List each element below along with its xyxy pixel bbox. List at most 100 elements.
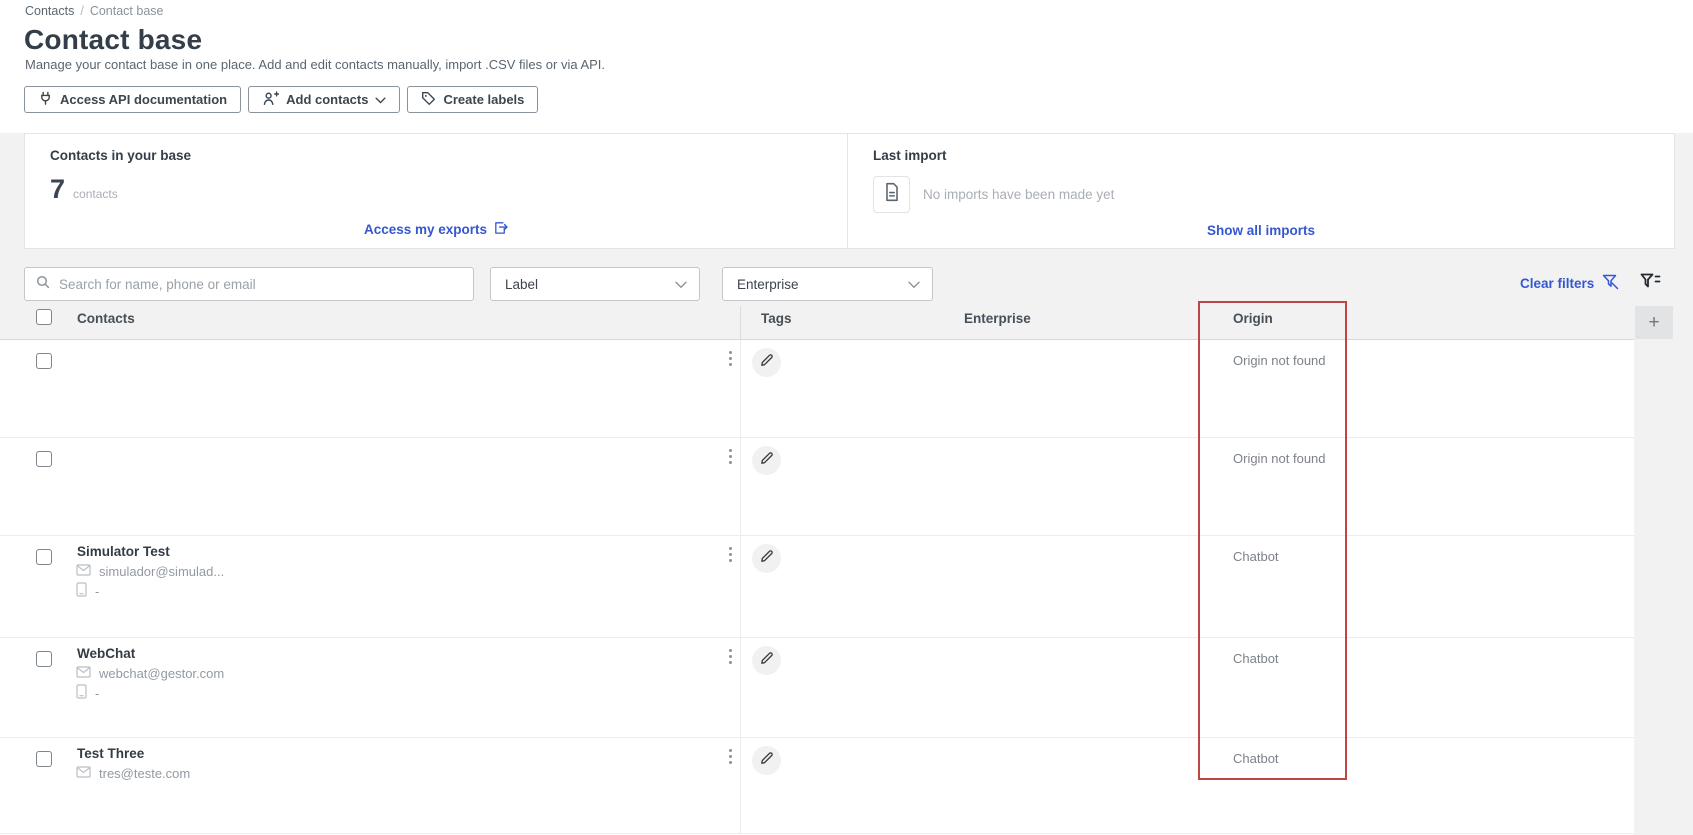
contact-name: Simulator Test — [77, 544, 170, 559]
contact-email-row: webchat@gestor.com — [76, 666, 224, 681]
row-menu-button[interactable] — [727, 545, 734, 564]
search-input[interactable] — [59, 276, 462, 292]
contact-email-row: simulador@simulad... — [76, 564, 224, 579]
contact-phone: - — [95, 685, 100, 701]
column-divider — [740, 438, 741, 535]
chevron-down-icon — [375, 92, 386, 107]
origin-value: Origin not found — [1233, 353, 1326, 368]
column-divider — [740, 306, 741, 339]
edit-tags-button[interactable] — [752, 544, 781, 573]
column-divider — [740, 536, 741, 637]
edit-tags-button[interactable] — [752, 746, 781, 775]
edit-tags-button[interactable] — [752, 446, 781, 475]
mobile-phone-icon — [76, 582, 87, 600]
origin-value: Origin not found — [1233, 451, 1326, 466]
table-body: Origin not found Origin not found Simula… — [0, 339, 1634, 835]
contacts-card-title: Contacts in your base — [50, 148, 192, 163]
summary-panel: Contacts in your base 7 contacts Access … — [24, 133, 1675, 249]
row-menu-button[interactable] — [727, 747, 734, 766]
filter-list-button[interactable] — [1638, 272, 1662, 296]
show-imports-link-wrap: Show all imports — [848, 223, 1674, 238]
breadcrumb-contacts[interactable]: Contacts — [25, 4, 74, 18]
contact-phone: - — [95, 583, 100, 599]
row-menu-button[interactable] — [727, 447, 734, 466]
mail-icon — [76, 766, 91, 781]
tag-icon — [421, 91, 436, 109]
row-checkbox[interactable] — [36, 751, 52, 767]
access-api-documentation-button[interactable]: Access API documentation — [24, 86, 242, 113]
table-row: Origin not found — [0, 340, 1634, 438]
enterprise-filter-select[interactable]: Enterprise — [722, 267, 933, 301]
page-title: Contact base — [24, 24, 203, 55]
last-import-title: Last import — [873, 148, 947, 163]
add-column-button[interactable]: + — [1635, 306, 1673, 339]
add-contacts-button[interactable]: Add contacts — [248, 86, 401, 113]
access-exports-link-wrap: Access my exports — [25, 220, 847, 238]
contact-email: tres@teste.com — [99, 766, 191, 781]
pencil-icon — [760, 651, 774, 670]
column-divider — [740, 340, 741, 437]
breadcrumb-separator: / — [80, 4, 84, 18]
action-buttons: Access API documentation Add contacts Cr… — [24, 86, 539, 113]
document-icon-box — [873, 176, 910, 213]
no-imports-message: No imports have been made yet — [923, 187, 1115, 202]
row-checkbox[interactable] — [36, 651, 52, 667]
contact-search — [24, 267, 474, 301]
edit-tags-button[interactable] — [752, 348, 781, 377]
pencil-icon — [760, 451, 774, 470]
row-checkbox[interactable] — [36, 451, 52, 467]
column-header-contacts: Contacts — [77, 311, 135, 326]
pencil-icon — [760, 549, 774, 568]
contacts-count-number: 7 — [50, 174, 66, 204]
contact-name: Test Three — [77, 746, 145, 761]
contact-email: webchat@gestor.com — [99, 666, 225, 681]
row-checkbox[interactable] — [36, 549, 52, 565]
export-icon — [493, 220, 508, 238]
mobile-phone-icon — [76, 684, 87, 702]
row-menu-button[interactable] — [727, 647, 734, 666]
mail-icon — [76, 564, 91, 579]
contact-email: simulador@simulad... — [99, 564, 225, 579]
show-all-imports-link[interactable]: Show all imports — [1207, 223, 1315, 238]
chevron-down-icon — [675, 277, 687, 292]
funnel-slash-icon — [1602, 274, 1619, 293]
mail-icon — [76, 666, 91, 681]
table-row: WebChat webchat@gestor.com - Chatbot — [0, 638, 1634, 738]
contact-base-page: Contacts / Contact base Contact base Man… — [0, 0, 1693, 835]
contacts-count-unit: contacts — [73, 187, 118, 201]
contact-phone-row: - — [76, 582, 99, 600]
contacts-in-base-card: Contacts in your base 7 contacts Access … — [25, 134, 848, 248]
row-menu-button[interactable] — [727, 349, 734, 368]
breadcrumb-contact-base: Contact base — [89, 4, 164, 18]
origin-value: Chatbot — [1233, 549, 1279, 564]
contact-email-row: tres@teste.com — [76, 766, 190, 781]
edit-tags-button[interactable] — [752, 646, 781, 675]
search-icon — [36, 275, 50, 294]
clear-filters-link[interactable]: Clear filters — [1520, 274, 1619, 293]
pencil-icon — [760, 353, 774, 372]
column-header-tags: Tags — [761, 311, 792, 326]
column-divider — [740, 738, 741, 833]
row-checkbox[interactable] — [36, 353, 52, 369]
access-my-exports-link[interactable]: Access my exports — [364, 220, 508, 238]
table-row: Simulator Test simulador@simulad... - Ch… — [0, 536, 1634, 638]
table-row: Origin not found — [0, 438, 1634, 536]
page-subtitle: Manage your contact base in one place. A… — [25, 57, 606, 72]
contacts-count: 7 contacts — [50, 174, 118, 205]
page-header: Contacts / Contact base Contact base Man… — [0, 0, 1693, 133]
person-plus-icon — [262, 90, 280, 109]
create-labels-button[interactable]: Create labels — [407, 86, 539, 113]
column-header-enterprise: Enterprise — [964, 311, 1031, 326]
breadcrumb: Contacts / Contact base — [25, 4, 164, 18]
filter-list-icon — [1640, 273, 1661, 295]
column-header-origin: Origin — [1233, 311, 1273, 326]
label-filter-select[interactable]: Label — [490, 267, 700, 301]
select-all-checkbox[interactable] — [36, 309, 52, 325]
last-import-empty-state: No imports have been made yet — [873, 176, 1114, 213]
plug-icon — [38, 91, 53, 109]
origin-value: Chatbot — [1233, 651, 1279, 666]
origin-value: Chatbot — [1233, 751, 1279, 766]
table-row: Test Three tres@teste.com Chatbot — [0, 738, 1634, 834]
document-icon — [883, 182, 901, 207]
contact-name: WebChat — [77, 646, 136, 661]
